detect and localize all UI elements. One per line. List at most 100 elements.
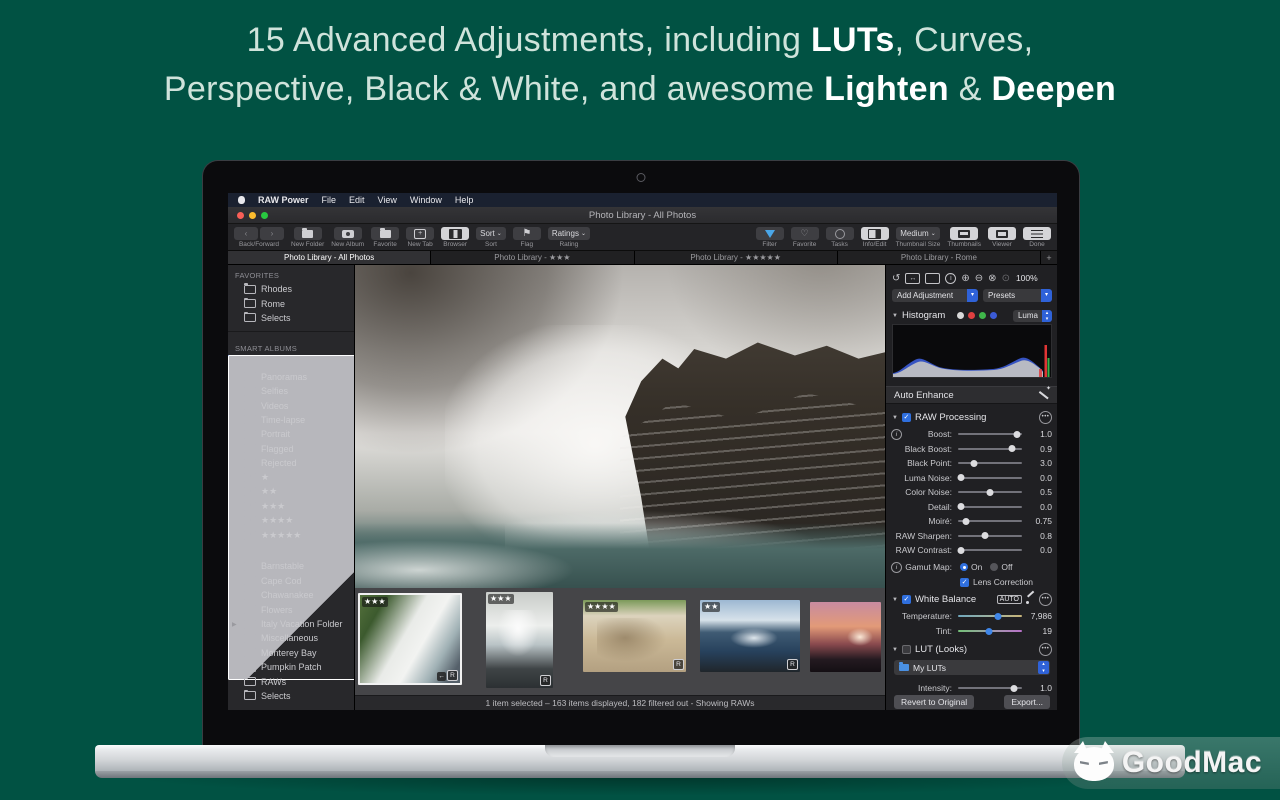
- gamut-on-radio[interactable]: [960, 563, 968, 571]
- raw-processing-checkbox[interactable]: ✓: [902, 413, 911, 422]
- sidebar-item-italy-vacation-folder[interactable]: ▶Italy Vacation Folder: [228, 617, 354, 631]
- channel-blue-dot[interactable]: [990, 312, 997, 319]
- sidebar-item-pumpkin-patch[interactable]: Pumpkin Patch: [228, 660, 354, 674]
- done-button[interactable]: Done: [1023, 227, 1051, 248]
- channel-green-dot[interactable]: [979, 312, 986, 319]
- sidebar-item-selfies[interactable]: Selfies: [228, 384, 354, 398]
- slider-knob[interactable]: [957, 547, 964, 554]
- back-button[interactable]: ‹: [234, 227, 258, 240]
- sidebar-item-chawanakee[interactable]: Chawanakee: [228, 588, 354, 602]
- tasks-button[interactable]: Tasks: [826, 227, 854, 248]
- slider-track[interactable]: [958, 535, 1022, 537]
- filter-button[interactable]: Filter: [756, 227, 784, 248]
- tab-three-stars[interactable]: Photo Library - ★★★: [431, 251, 634, 264]
- favorite-album-button[interactable]: Favorite: [371, 227, 399, 248]
- white-balance-checkbox[interactable]: ✓: [902, 595, 911, 604]
- options-ellipsis-icon[interactable]: •••: [1039, 593, 1052, 606]
- main-photo-wave-on-rocks[interactable]: [355, 265, 885, 588]
- slider-knob[interactable]: [957, 503, 964, 510]
- disclosure-triangle-icon[interactable]: ▼: [892, 647, 898, 653]
- slider-track[interactable]: [958, 433, 1022, 435]
- menu-view[interactable]: View: [378, 195, 397, 205]
- my-luts-select[interactable]: My LUTs ▴▾: [894, 660, 1050, 675]
- slider-track[interactable]: [958, 520, 1022, 522]
- slider-track[interactable]: [958, 462, 1022, 464]
- zoom-fit-icon[interactable]: ⊗: [988, 273, 996, 284]
- sidebar-item-2-star[interactable]: ★★: [228, 485, 354, 499]
- info-icon[interactable]: i: [891, 429, 902, 440]
- slider-track[interactable]: [958, 687, 1022, 689]
- new-folder-button[interactable]: New Folder: [291, 227, 324, 248]
- revert-to-original-button[interactable]: Revert to Original: [894, 695, 974, 709]
- sidebar-item-videos[interactable]: Videos: [228, 398, 354, 412]
- slider-knob[interactable]: [1009, 445, 1016, 452]
- info-icon[interactable]: i: [891, 562, 902, 573]
- options-ellipsis-icon[interactable]: •••: [1039, 411, 1052, 424]
- auto-enhance-bar[interactable]: Auto Enhance: [886, 386, 1057, 404]
- slider-track[interactable]: [958, 477, 1022, 479]
- sidebar-item-barnstable[interactable]: Barnstable: [228, 559, 354, 573]
- slider-track[interactable]: [958, 506, 1022, 508]
- filmstrip-thumb-2[interactable]: ★★★ R: [486, 592, 553, 688]
- filmstrip-thumb-1[interactable]: ★★★ ← R: [358, 593, 462, 685]
- sidebar-item-4-star[interactable]: ★★★★: [228, 513, 354, 527]
- sidebar-item-rome[interactable]: Rome: [228, 296, 354, 310]
- sidebar-item-monterey-bay[interactable]: Monterey Bay: [228, 646, 354, 660]
- zoom-in-icon[interactable]: ⊕: [961, 273, 969, 284]
- flag-button[interactable]: ⚑ Flag: [513, 227, 541, 248]
- sidebar-item-portrait[interactable]: Portrait: [228, 427, 354, 441]
- info-edit-button[interactable]: Info/Edit: [861, 227, 889, 248]
- menu-window[interactable]: Window: [410, 195, 442, 205]
- export-button[interactable]: Export...: [1004, 695, 1050, 709]
- sidebar-item-miscellaneous[interactable]: Miscellaneous: [228, 631, 354, 645]
- options-ellipsis-icon[interactable]: •••: [1039, 643, 1052, 656]
- sidebar-item-3-star[interactable]: ★★★: [228, 499, 354, 513]
- ratings-dropdown[interactable]: Ratings⌄ Rating: [548, 227, 590, 248]
- menu-edit[interactable]: Edit: [349, 195, 365, 205]
- sidebar-item-selects-fav[interactable]: Selects: [228, 311, 354, 325]
- zoom-fill-icon[interactable]: ⊙: [1002, 273, 1010, 284]
- slider-knob[interactable]: [957, 474, 964, 481]
- gamut-off-radio[interactable]: [990, 563, 998, 571]
- disclosure-triangle-icon[interactable]: ▼: [892, 313, 898, 319]
- forward-button[interactable]: ›: [260, 227, 284, 240]
- thumbnail-size-dropdown[interactable]: Medium⌄ Thumbnail Size: [896, 227, 941, 248]
- browser-toggle-button[interactable]: Browser: [441, 227, 469, 248]
- new-tab-button[interactable]: + New Tab: [406, 227, 434, 248]
- sidebar-item-cape-cod[interactable]: Cape Cod: [228, 574, 354, 588]
- menu-app-name[interactable]: RAW Power: [258, 195, 309, 205]
- presets-dropdown[interactable]: Presets▾: [983, 289, 1052, 302]
- sidebar-item-1-star[interactable]: ★: [228, 470, 354, 484]
- compare-icon[interactable]: [925, 273, 940, 284]
- lens-correction-checkbox[interactable]: ✓: [960, 578, 969, 587]
- auto-badge[interactable]: AUTO: [997, 595, 1022, 604]
- apple-menu-icon[interactable]: [238, 196, 245, 204]
- slider-track[interactable]: [958, 491, 1022, 493]
- slider-track[interactable]: [958, 549, 1022, 551]
- slider-knob[interactable]: [1011, 685, 1018, 692]
- sidebar-item-panoramas[interactable]: Panoramas: [228, 370, 354, 384]
- sidebar-item-time-lapse[interactable]: Time-lapse: [228, 413, 354, 427]
- lut-checkbox[interactable]: ✓: [902, 645, 911, 654]
- slider-knob[interactable]: [962, 518, 969, 525]
- channel-red-dot[interactable]: [968, 312, 975, 319]
- menu-file[interactable]: File: [322, 195, 337, 205]
- menu-help[interactable]: Help: [455, 195, 474, 205]
- slider-knob[interactable]: [985, 628, 992, 635]
- slider-knob[interactable]: [971, 460, 978, 467]
- sidebar-item-all-photos[interactable]: All Photos: [228, 355, 354, 369]
- tab-all-photos[interactable]: Photo Library - All Photos: [228, 251, 431, 264]
- disclosure-triangle-icon[interactable]: ▼: [892, 415, 898, 421]
- slider-knob[interactable]: [995, 613, 1002, 620]
- disclosure-triangle-icon[interactable]: ▶: [232, 621, 237, 628]
- tab-rome[interactable]: Photo Library - Rome: [838, 251, 1041, 264]
- add-adjustment-dropdown[interactable]: Add Adjustment▾: [892, 289, 978, 302]
- sidebar-item-selects[interactable]: Selects: [228, 689, 354, 703]
- slider-knob[interactable]: [987, 489, 994, 496]
- filmstrip-thumb-5[interactable]: [810, 602, 881, 672]
- sidebar-item-raws[interactable]: RAWs: [228, 674, 354, 688]
- sort-dropdown[interactable]: Sort⌄ Sort: [476, 227, 506, 248]
- tab-five-stars[interactable]: Photo Library - ★★★★★: [635, 251, 838, 264]
- rotate-icon[interactable]: ↺: [892, 273, 900, 284]
- info-icon[interactable]: i: [945, 273, 956, 284]
